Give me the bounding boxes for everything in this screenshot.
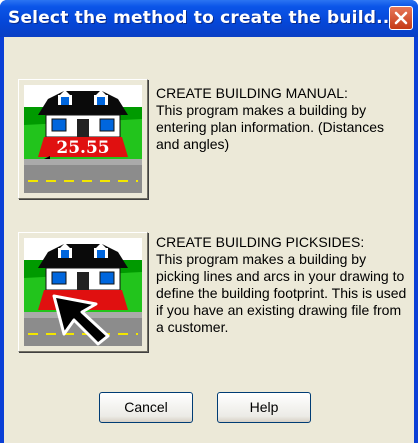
help-button[interactable]: Help — [217, 392, 311, 423]
picksides-option-heading: CREATE BUILDING PICKSIDES: — [156, 234, 365, 250]
create-building-picksides-button[interactable] — [18, 232, 148, 352]
house-with-pointer-icon — [24, 238, 142, 346]
house-with-dimension-icon: 25.55 — [24, 85, 142, 193]
close-button[interactable] — [389, 6, 413, 30]
manual-option-heading: CREATE BUILDING MANUAL: — [156, 85, 348, 101]
create-building-manual-button[interactable]: 25.55 — [18, 79, 148, 199]
cancel-button[interactable]: Cancel — [99, 392, 193, 423]
dialog-body: 25.55 CREATE BUILDING MANUAL: This progr… — [4, 37, 414, 443]
manual-option-text: CREATE BUILDING MANUAL: This program mak… — [156, 85, 408, 153]
picksides-option-text: CREATE BUILDING PICKSIDES: This program … — [156, 234, 408, 336]
title-bar[interactable]: Select the method to create the build... — [0, 0, 418, 37]
picksides-option-description: This program makes a building by picking… — [156, 251, 407, 335]
manual-option-description: This program makes a building by enterin… — [156, 102, 385, 152]
window-title: Select the method to create the build... — [8, 8, 397, 28]
close-icon — [394, 11, 408, 25]
dialog-window: Select the method to create the build... — [0, 0, 418, 443]
dimension-label: 25.55 — [56, 138, 109, 158]
